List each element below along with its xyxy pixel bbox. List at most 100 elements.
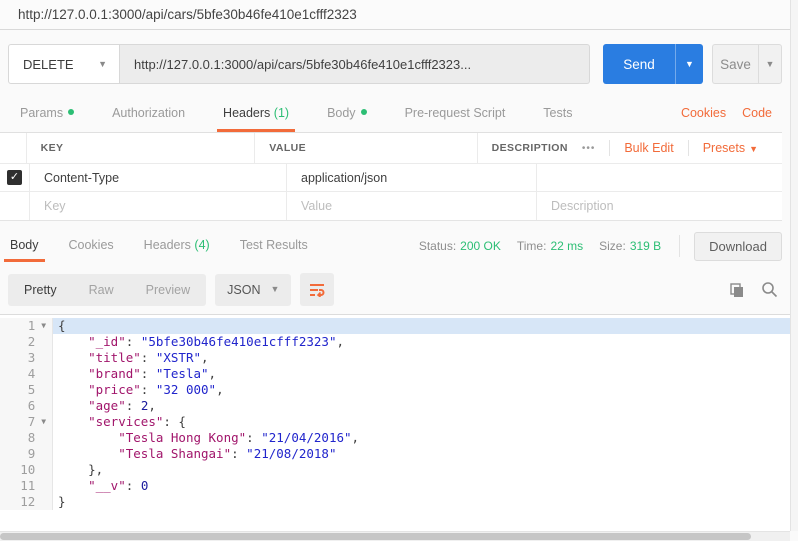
view-pretty[interactable]: Pretty <box>8 274 73 306</box>
line-gutter: 12 <box>0 494 53 510</box>
description-placeholder-input[interactable]: Description <box>551 199 614 213</box>
response-tab-body[interactable]: Body <box>8 230 41 262</box>
code-line: 7▼ "services": { <box>0 414 790 430</box>
code-line-text: }, <box>53 462 790 478</box>
search-button[interactable] <box>756 277 782 303</box>
column-key: KEY <box>41 142 64 154</box>
code-line: 3 "title": "XSTR", <box>0 350 790 366</box>
horizontal-scrollbar[interactable] <box>0 531 790 541</box>
chevron-down-icon: ▼ <box>685 60 694 69</box>
postman-window: http://127.0.0.1:3000/api/cars/5bfe30b46… <box>0 0 798 541</box>
line-gutter: 8 <box>0 430 53 446</box>
line-gutter: 1▼ <box>0 318 53 334</box>
view-preview[interactable]: Preview <box>130 274 206 306</box>
request-tab-titlebar: http://127.0.0.1:3000/api/cars/5bfe30b46… <box>0 0 790 30</box>
code-line-text: "Tesla Hong Kong": "21/04/2016", <box>53 430 790 446</box>
status-value: 200 OK <box>460 239 501 253</box>
code-line: 1▼{ <box>0 318 790 334</box>
vertical-scrollbar[interactable] <box>790 0 798 531</box>
size-label: Size: <box>599 239 626 253</box>
fold-arrow-icon[interactable]: ▼ <box>35 414 52 430</box>
code-line: 10 }, <box>0 462 790 478</box>
size-value: 319 B <box>630 239 661 253</box>
line-gutter: 5 <box>0 382 53 398</box>
code-line: 4 "brand": "Tesla", <box>0 366 790 382</box>
fold-spacer <box>35 350 52 366</box>
save-options-button[interactable]: ▼ <box>758 44 782 84</box>
column-description: DESCRIPTION <box>492 142 568 154</box>
line-number: 5 <box>0 382 35 398</box>
code-line: 5 "price": "32 000", <box>0 382 790 398</box>
line-number: 9 <box>0 446 35 462</box>
code-line-text: "price": "32 000", <box>53 382 790 398</box>
key-placeholder-input[interactable]: Key <box>44 199 66 213</box>
fold-spacer <box>35 478 52 494</box>
line-gutter: 11 <box>0 478 53 494</box>
method-select[interactable]: DELETE ▼ <box>8 44 120 84</box>
code-line: 6 "age": 2, <box>0 398 790 414</box>
copy-button[interactable] <box>724 277 750 303</box>
send-options-button[interactable]: ▼ <box>675 44 703 84</box>
copy-icon <box>729 282 745 298</box>
code-line-text: "title": "XSTR", <box>53 350 790 366</box>
code-line-text: "services": { <box>53 414 790 430</box>
code-link[interactable]: Code <box>742 106 772 132</box>
code-line-text: "brand": "Tesla", <box>53 366 790 382</box>
code-line: 9 "Tesla Shangai": "21/08/2018" <box>0 446 790 462</box>
presets-button[interactable]: Presets▼ <box>689 141 772 155</box>
fold-arrow-icon[interactable]: ▼ <box>35 318 52 334</box>
search-icon <box>761 281 778 298</box>
tab-body[interactable]: Body <box>325 106 369 132</box>
request-builder: DELETE ▼ http://127.0.0.1:3000/api/cars/… <box>0 30 790 96</box>
line-gutter: 4 <box>0 366 53 382</box>
header-row-empty: Key Value Description <box>0 192 782 220</box>
line-number: 4 <box>0 366 35 382</box>
fold-spacer <box>35 462 52 478</box>
code-line-text: "age": 2, <box>53 398 790 414</box>
fold-spacer <box>35 446 52 462</box>
more-options-icon[interactable]: ••• <box>568 143 610 154</box>
headers-table: KEY VALUE DESCRIPTION ••• Bulk Edit Pres… <box>0 132 782 221</box>
code-line: 12} <box>0 494 790 510</box>
url-input[interactable]: http://127.0.0.1:3000/api/cars/5bfe30b46… <box>120 44 590 84</box>
tab-params[interactable]: Params <box>18 106 76 132</box>
header-key-cell[interactable]: Content-Type <box>44 171 119 185</box>
horizontal-scrollbar-thumb[interactable] <box>0 533 751 540</box>
response-tabs: Body Cookies Headers (4) Test Results St… <box>0 221 790 261</box>
code-line: 11 "__v": 0 <box>0 478 790 494</box>
bulk-edit-button[interactable]: Bulk Edit <box>610 141 687 155</box>
response-tab-cookies[interactable]: Cookies <box>67 230 116 262</box>
fold-spacer <box>35 334 52 350</box>
response-tab-headers[interactable]: Headers (4) <box>142 230 212 262</box>
format-select[interactable]: JSON ▼ <box>215 274 291 306</box>
response-meta: Status: 200 OK Time: 22 ms Size: 319 B D… <box>403 232 782 261</box>
tab-tests[interactable]: Tests <box>541 106 574 132</box>
wrap-text-button[interactable] <box>300 273 334 306</box>
wrap-text-icon <box>309 283 325 297</box>
chevron-down-icon: ▼ <box>749 144 758 154</box>
header-value-cell[interactable]: application/json <box>301 171 387 185</box>
cookies-link[interactable]: Cookies <box>681 106 726 132</box>
time-value: 22 ms <box>550 239 583 253</box>
tab-headers[interactable]: Headers (1) <box>221 106 291 132</box>
view-raw[interactable]: Raw <box>73 274 130 306</box>
chevron-down-icon: ▼ <box>766 60 775 69</box>
params-active-dot <box>68 109 74 115</box>
save-button[interactable]: Save <box>712 44 758 84</box>
response-body-editor[interactable]: 1▼{2 "_id": "5bfe30b46fe410e1cfff2323",3… <box>0 314 790 541</box>
line-gutter: 3 <box>0 350 53 366</box>
code-line: 8 "Tesla Hong Kong": "21/04/2016", <box>0 430 790 446</box>
send-button[interactable]: Send <box>603 44 675 84</box>
value-placeholder-input[interactable]: Value <box>301 199 332 213</box>
column-value: VALUE <box>269 142 306 154</box>
tab-authorization[interactable]: Authorization <box>110 106 187 132</box>
divider <box>679 235 680 257</box>
line-gutter: 2 <box>0 334 53 350</box>
response-tab-test-results[interactable]: Test Results <box>238 230 310 262</box>
row-checkbox[interactable]: ✓ <box>7 170 22 185</box>
fold-spacer <box>35 398 52 414</box>
header-row-content-type: ✓ Content-Type application/json <box>0 164 782 192</box>
download-button[interactable]: Download <box>694 232 782 261</box>
tab-pre-request-script[interactable]: Pre-request Script <box>403 106 508 132</box>
line-number: 1 <box>0 318 35 334</box>
